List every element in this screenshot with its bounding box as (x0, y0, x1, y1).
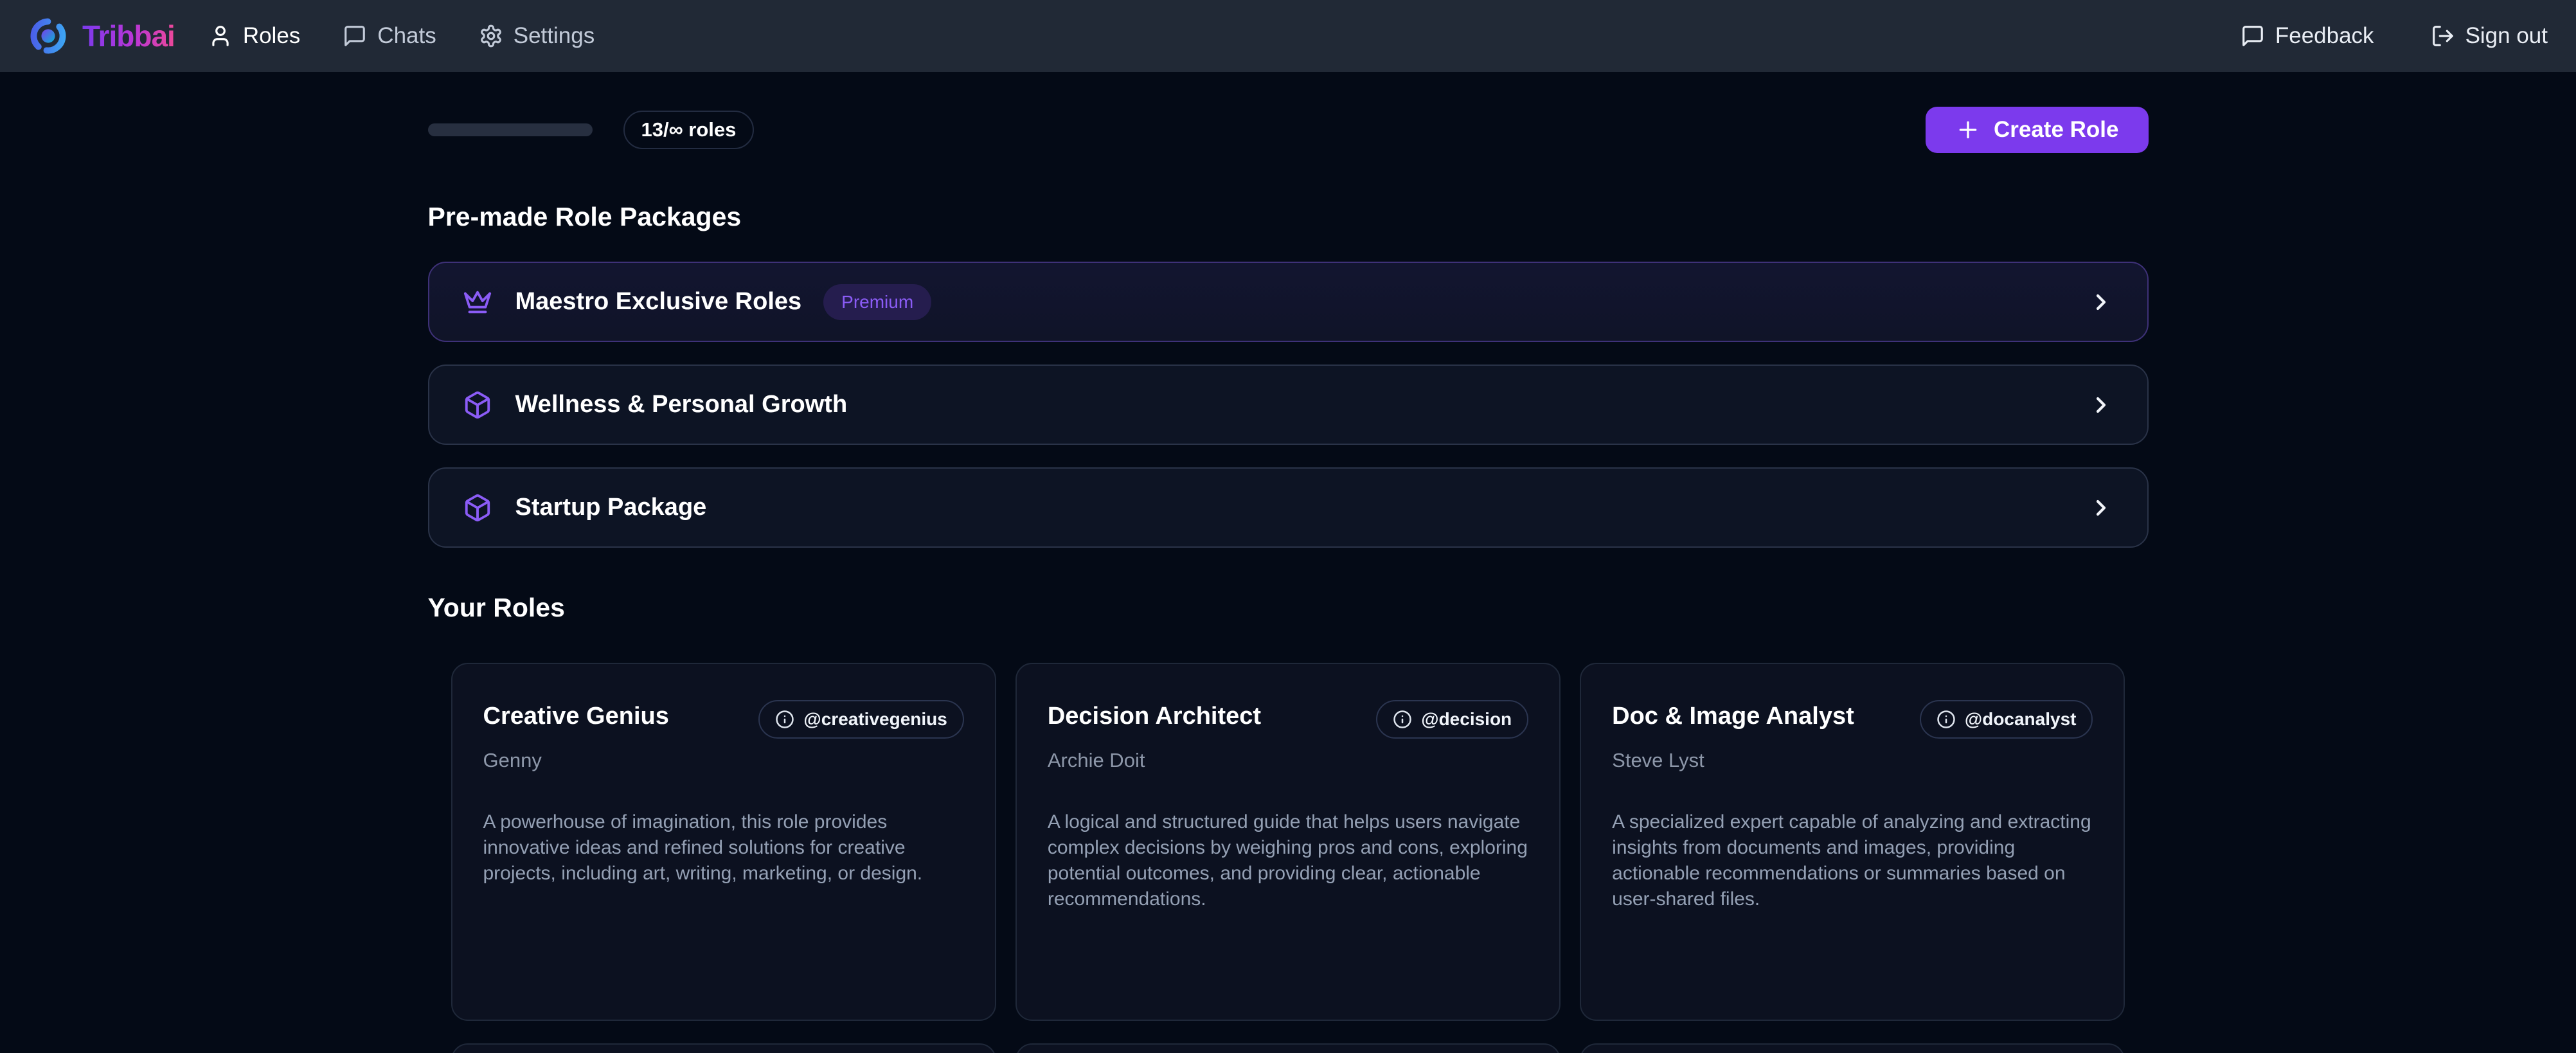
role-card-doc-image-analyst[interactable]: Doc & Image Analyst @docanalyst Steve Ly… (1580, 663, 2125, 1021)
role-description: A specialized expert capable of analyzin… (1612, 809, 2093, 912)
feedback-button[interactable]: Feedback (2241, 23, 2374, 49)
package-name: Wellness & Personal Growth (515, 391, 848, 419)
your-roles-section-title: Your Roles (428, 593, 2149, 623)
tribbai-logo-icon (28, 16, 68, 56)
nav-links: Roles Chats Settings (208, 23, 595, 49)
top-navbar: Tribbai Roles Chats Settings Feedback Si… (0, 0, 2576, 72)
create-role-button[interactable]: Create Role (1926, 107, 2149, 153)
package-row-startup[interactable]: Startup Package (428, 467, 2149, 548)
info-icon (1936, 710, 1956, 729)
premade-section-title: Pre-made Role Packages (428, 202, 2149, 232)
package-name: Maestro Exclusive Roles (515, 288, 802, 316)
chat-icon (343, 24, 367, 48)
crown-icon (463, 287, 492, 317)
role-title: Creative Genius (483, 700, 669, 730)
role-subtitle: Genny (483, 749, 964, 772)
role-handle-badge[interactable]: @decision (1376, 700, 1528, 739)
card-header: Creative Genius @creativegenius (483, 700, 964, 739)
role-card-placeholder[interactable] (451, 1043, 996, 1053)
package-icon (463, 493, 492, 523)
nav-label-roles: Roles (243, 23, 300, 49)
role-description: A powerhouse of imagination, this role p… (483, 809, 964, 887)
roles-count-label: 13/∞ roles (641, 118, 737, 141)
chevron-right-icon (2088, 392, 2114, 418)
roles-header-row: 13/∞ roles Create Role (428, 107, 2149, 153)
package-row-wellness[interactable]: Wellness & Personal Growth (428, 364, 2149, 445)
nav-item-chats[interactable]: Chats (343, 23, 436, 49)
chevron-right-icon (2088, 289, 2114, 315)
brand-name: Tribbai (82, 19, 175, 53)
info-icon (1393, 710, 1412, 729)
package-name: Startup Package (515, 494, 707, 521)
nav-label-chats: Chats (377, 23, 436, 49)
nav-item-settings[interactable]: Settings (479, 23, 595, 49)
nav-item-roles[interactable]: Roles (208, 23, 300, 49)
role-card-placeholder[interactable] (1580, 1043, 2125, 1053)
package-icon (463, 390, 492, 420)
role-subtitle: Archie Doit (1048, 749, 1528, 772)
role-handle: @docanalyst (1965, 709, 2077, 730)
roles-card-grid: Creative Genius @creativegenius Genny A … (428, 663, 2149, 1053)
role-card-creative-genius[interactable]: Creative Genius @creativegenius Genny A … (451, 663, 996, 1021)
role-subtitle: Steve Lyst (1612, 749, 2093, 772)
info-icon (775, 710, 794, 729)
gear-icon (479, 24, 503, 48)
chat-icon (2241, 24, 2265, 48)
role-handle: @creativegenius (803, 709, 947, 730)
card-header: Doc & Image Analyst @docanalyst (1612, 700, 2093, 739)
brand-logo[interactable]: Tribbai (28, 16, 175, 56)
nav-label-settings: Settings (514, 23, 595, 49)
nav-right: Feedback Sign out (2241, 23, 2548, 49)
plus-icon (1955, 117, 1981, 143)
role-handle-badge[interactable]: @creativegenius (758, 700, 963, 739)
user-icon (208, 24, 233, 48)
role-description: A logical and structured guide that help… (1048, 809, 1528, 912)
sign-out-button[interactable]: Sign out (2431, 23, 2548, 49)
role-handle: @decision (1421, 709, 1512, 730)
roles-count-badge: 13/∞ roles (623, 111, 755, 149)
package-row-maestro[interactable]: Maestro Exclusive Roles Premium (428, 262, 2149, 342)
create-role-label: Create Role (1994, 117, 2119, 143)
role-card-placeholder[interactable] (1015, 1043, 1561, 1053)
roles-progress-bar (428, 123, 593, 136)
role-card-decision-architect[interactable]: Decision Architect @decision Archie Doit… (1015, 663, 1561, 1021)
feedback-label: Feedback (2275, 23, 2374, 49)
role-title: Decision Architect (1048, 700, 1261, 730)
card-header: Decision Architect @decision (1048, 700, 1528, 739)
role-title: Doc & Image Analyst (1612, 700, 1854, 730)
package-list: Maestro Exclusive Roles Premium Wellness… (428, 262, 2149, 548)
role-handle-badge[interactable]: @docanalyst (1920, 700, 2093, 739)
main-content: 13/∞ roles Create Role Pre-made Role Pac… (428, 107, 2149, 1053)
chevron-right-icon (2088, 495, 2114, 521)
premium-badge: Premium (823, 284, 931, 320)
sign-out-label: Sign out (2465, 23, 2548, 49)
sign-out-icon (2431, 24, 2455, 48)
